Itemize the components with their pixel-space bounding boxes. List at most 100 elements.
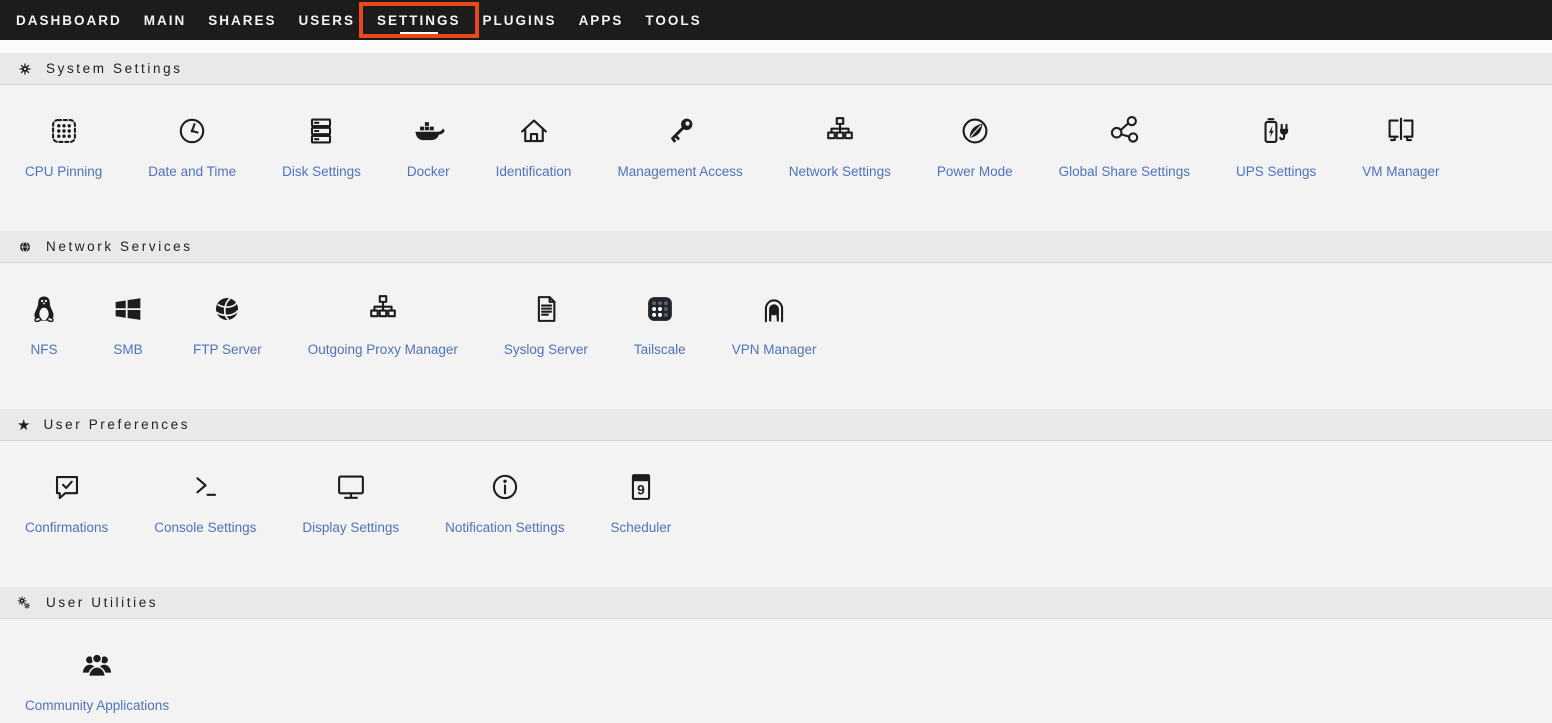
section-header-user-utilities: User Utilities — [0, 586, 1552, 619]
leaf-circle-icon — [956, 111, 994, 151]
settings-item-smb[interactable]: SMB — [86, 289, 170, 358]
settings-item-tailscale[interactable]: Tailscale — [611, 289, 709, 358]
gears-icon — [17, 595, 33, 611]
battery-plug-icon — [1257, 111, 1295, 151]
section-title: System Settings — [46, 61, 183, 76]
calendar-9-icon — [622, 467, 660, 507]
settings-item-label: Identification — [496, 163, 572, 180]
settings-item-disk-settings[interactable]: Disk Settings — [259, 111, 384, 180]
settings-item-label: VM Manager — [1362, 163, 1439, 180]
settings-item-nfs[interactable]: NFS — [2, 289, 86, 358]
settings-item-label: UPS Settings — [1236, 163, 1316, 180]
vm-columns-icon — [1382, 111, 1420, 151]
windows-logo-icon — [109, 289, 147, 329]
settings-item-notification-settings[interactable]: Notification Settings — [422, 467, 587, 536]
sitemap-icon — [364, 289, 402, 329]
section-header-user-preferences: ★ User Preferences — [0, 408, 1552, 441]
network-services-row: NFS SMB FTP Server Outgoing Proxy Manage… — [0, 263, 1552, 408]
settings-item-label: Notification Settings — [445, 519, 564, 536]
settings-item-vm-manager[interactable]: VM Manager — [1339, 111, 1462, 180]
star-icon: ★ — [17, 417, 30, 433]
settings-item-display-settings[interactable]: Display Settings — [279, 467, 422, 536]
settings-item-docker[interactable]: Docker — [384, 111, 473, 180]
settings-item-label: Management Access — [617, 163, 742, 180]
settings-item-label: Network Settings — [789, 163, 891, 180]
settings-item-label: Confirmations — [25, 519, 108, 536]
settings-item-label: Docker — [407, 163, 450, 180]
nav-tab-plugins[interactable]: PLUGINS — [472, 0, 568, 40]
active-tab-underline — [400, 32, 438, 35]
users-group-icon — [78, 645, 116, 685]
nav-tab-apps[interactable]: APPS — [568, 0, 635, 40]
server-stack-icon — [302, 111, 340, 151]
info-circle-icon — [486, 467, 524, 507]
nav-tab-settings-label: SETTINGS — [377, 13, 461, 28]
settings-item-label: VPN Manager — [732, 341, 817, 358]
settings-item-cpu-pinning[interactable]: CPU Pinning — [2, 111, 125, 180]
clock-icon — [173, 111, 211, 151]
nav-tab-dashboard[interactable]: DASHBOARD — [5, 0, 133, 40]
gear-icon — [17, 61, 33, 77]
monitor-icon — [332, 467, 370, 507]
nav-tab-shares[interactable]: SHARES — [197, 0, 287, 40]
settings-item-label: Display Settings — [302, 519, 399, 536]
settings-item-label: Outgoing Proxy Manager — [308, 341, 458, 358]
settings-item-ups-settings[interactable]: UPS Settings — [1213, 111, 1339, 180]
settings-item-syslog-server[interactable]: Syslog Server — [481, 289, 611, 358]
settings-item-management-access[interactable]: Management Access — [594, 111, 765, 180]
settings-item-label: Tailscale — [634, 341, 686, 358]
terminal-prompt-icon — [186, 467, 224, 507]
document-lines-icon — [527, 289, 565, 329]
house-icon — [515, 111, 553, 151]
section-header-system-settings: System Settings — [0, 52, 1552, 85]
vpn-hood-icon — [755, 289, 793, 329]
settings-item-console-settings[interactable]: Console Settings — [131, 467, 279, 536]
settings-item-label: Disk Settings — [282, 163, 361, 180]
user-utilities-row: Community Applications — [0, 619, 1552, 723]
system-settings-row: CPU Pinning Date and Time Disk Settings … — [0, 85, 1552, 230]
settings-item-label: SMB — [113, 341, 142, 358]
settings-item-community-applications[interactable]: Community Applications — [2, 645, 192, 714]
settings-item-label: CPU Pinning — [25, 163, 102, 180]
nav-tab-tools[interactable]: TOOLS — [634, 0, 712, 40]
settings-item-ftp-server[interactable]: FTP Server — [170, 289, 285, 358]
settings-item-vpn-manager[interactable]: VPN Manager — [709, 289, 840, 358]
settings-item-label: Syslog Server — [504, 341, 588, 358]
settings-item-label: Community Applications — [25, 697, 169, 714]
globe-icon — [17, 239, 33, 255]
nav-tab-settings[interactable]: SETTINGS — [366, 0, 472, 40]
tux-penguin-icon — [25, 289, 63, 329]
settings-item-label: Scheduler — [610, 519, 671, 536]
settings-item-identification[interactable]: Identification — [473, 111, 595, 180]
settings-item-label: FTP Server — [193, 341, 262, 358]
settings-item-label: Global Share Settings — [1059, 163, 1190, 180]
user-preferences-row: Confirmations Console Settings Display S… — [0, 441, 1552, 586]
settings-item-network-settings[interactable]: Network Settings — [766, 111, 914, 180]
key-icon — [661, 111, 699, 151]
section-title: User Preferences — [43, 417, 190, 432]
settings-item-confirmations[interactable]: Confirmations — [2, 467, 131, 536]
section-title: User Utilities — [46, 595, 158, 610]
sitemap-icon — [821, 111, 859, 151]
settings-item-power-mode[interactable]: Power Mode — [914, 111, 1036, 180]
docker-whale-icon — [409, 111, 447, 151]
top-nav-bar: DASHBOARD MAIN SHARES USERS SETTINGS PLU… — [0, 0, 1552, 40]
settings-item-global-share-settings[interactable]: Global Share Settings — [1036, 111, 1213, 180]
settings-item-label: Date and Time — [148, 163, 236, 180]
settings-item-label: NFS — [31, 341, 58, 358]
globe-sphere-icon — [208, 289, 246, 329]
tailscale-grid-icon — [641, 289, 679, 329]
nav-spacer-strip — [0, 40, 1552, 52]
settings-item-label: Power Mode — [937, 163, 1013, 180]
share-nodes-icon — [1105, 111, 1143, 151]
settings-item-outgoing-proxy-manager[interactable]: Outgoing Proxy Manager — [285, 289, 481, 358]
microchip-icon — [45, 111, 83, 151]
section-header-network-services: Network Services — [0, 230, 1552, 263]
settings-item-scheduler[interactable]: Scheduler — [587, 467, 694, 536]
settings-item-date-and-time[interactable]: Date and Time — [125, 111, 259, 180]
speech-check-icon — [48, 467, 86, 507]
nav-tab-users[interactable]: USERS — [288, 0, 367, 40]
nav-tab-main[interactable]: MAIN — [133, 0, 198, 40]
section-title: Network Services — [46, 239, 193, 254]
settings-item-label: Console Settings — [154, 519, 256, 536]
